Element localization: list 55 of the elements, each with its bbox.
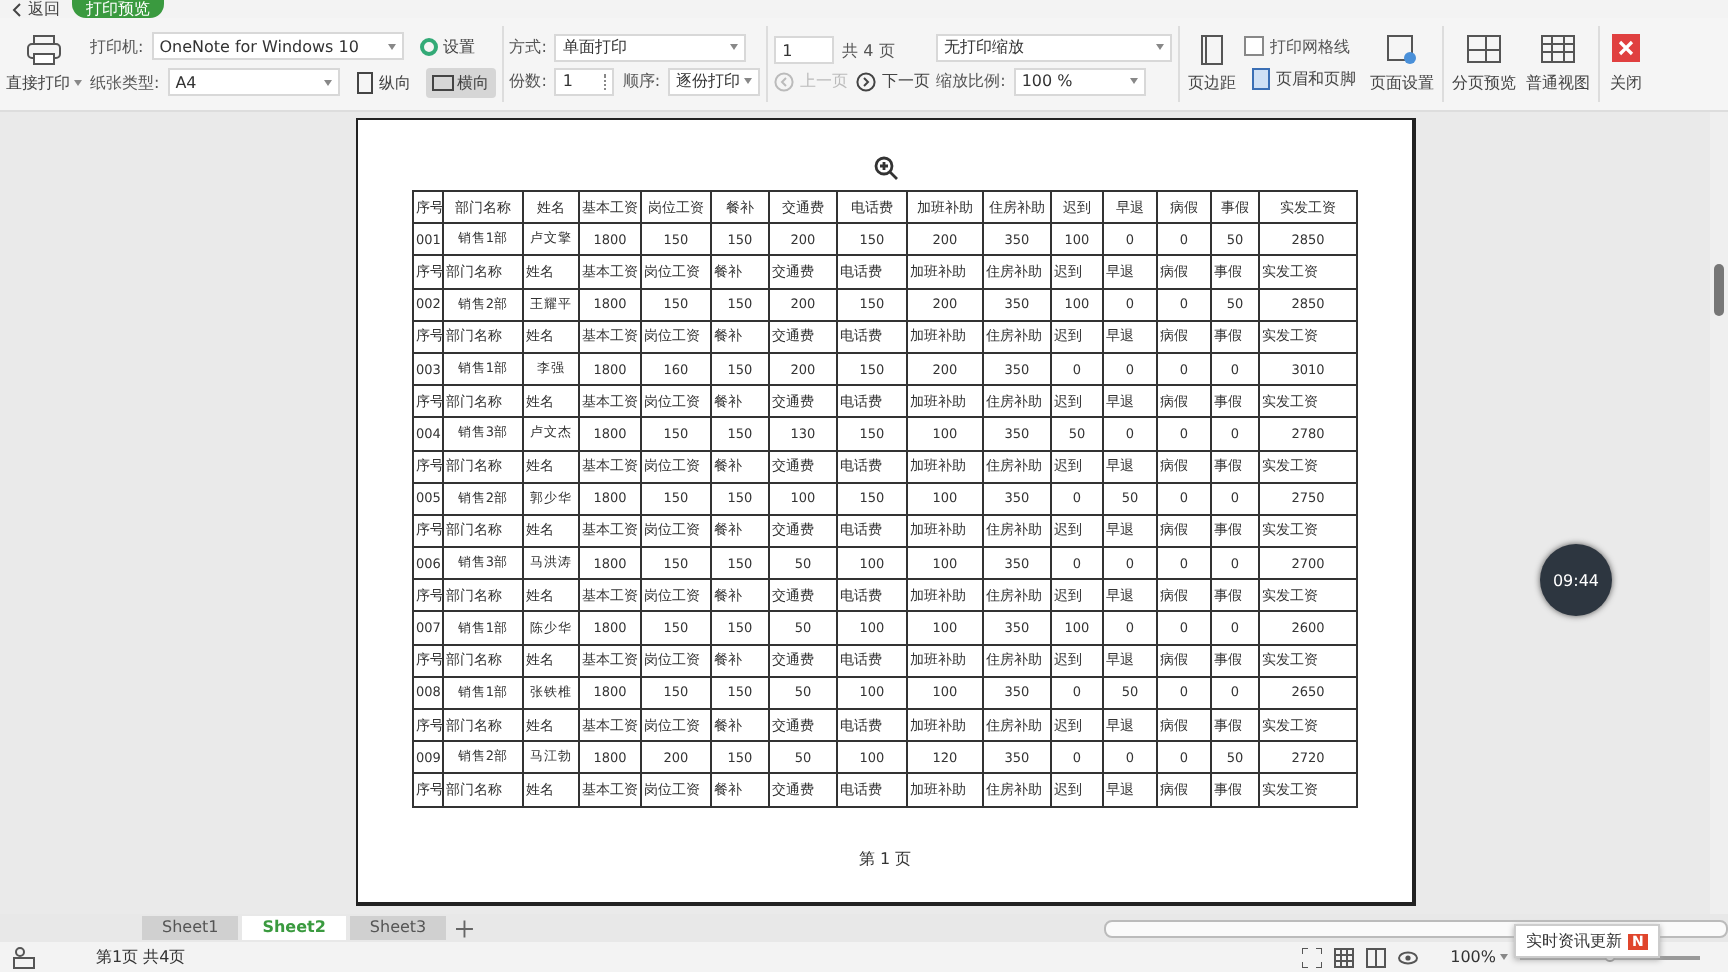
field-label: 打印机: [90, 35, 144, 57]
sheet-tab[interactable]: Sheet1 [142, 916, 239, 940]
left-arrow-circle-icon [774, 71, 795, 91]
portrait-page-icon [353, 71, 376, 93]
chevron-left-icon [12, 1, 22, 17]
document-icon [1250, 67, 1273, 89]
settings-button[interactable]: 设置 [411, 31, 482, 61]
field-label: 份数: [509, 70, 547, 92]
field-label: 方式: [509, 36, 547, 58]
page-footer: 第 1 页 [858, 847, 912, 870]
close-button[interactable]: 关闭 [1606, 30, 1647, 98]
page-setup-button[interactable]: 页面设置 [1368, 30, 1437, 98]
eye-icon [1398, 947, 1419, 967]
portrait-button[interactable]: 纵向 [347, 67, 418, 97]
print-button[interactable]: 直接打印 [4, 30, 84, 98]
printer-icon [26, 34, 62, 66]
landscape-button[interactable]: 横向 [425, 67, 496, 97]
clock-widget: 09:44 [1540, 544, 1612, 616]
sheet-tab[interactable]: Sheet3 [349, 916, 447, 940]
page-total: 共 4 页 [842, 39, 895, 61]
page-info: 第1页 共4页 [96, 946, 186, 968]
split-page-icon [1466, 34, 1503, 66]
copies-spinner[interactable]: 1 [554, 67, 615, 95]
normal-view-button[interactable]: 普通视图 [1524, 30, 1593, 98]
gridlines-checkbox[interactable]: 打印网格线 [1244, 35, 1351, 57]
print-method-dropdown[interactable]: 单面打印 [554, 33, 747, 61]
page-gear-icon [1384, 34, 1421, 66]
grid-icon [1540, 34, 1577, 66]
printer-dropdown[interactable]: OneNote for Windows 10 [151, 32, 404, 60]
sheet-tab[interactable]: Sheet2 [242, 916, 346, 940]
zoom-level[interactable]: 100% [1450, 948, 1508, 966]
right-arrow-circle-icon [856, 71, 877, 91]
field-label: 缩放比例: [936, 70, 1006, 92]
field-label: 纸张类型: [90, 71, 160, 93]
back-link[interactable]: 返回 [12, 0, 60, 18]
landscape-page-icon [431, 71, 454, 93]
close-icon [1608, 34, 1645, 66]
plus-icon [456, 919, 474, 937]
print-preview-tab[interactable]: 打印预览 [72, 0, 164, 18]
paper-type-dropdown[interactable]: A4 [167, 68, 340, 96]
field-label: 顺序: [622, 70, 661, 92]
header-footer-button[interactable]: 页眉和页脚 [1244, 63, 1363, 93]
page-number-spinner[interactable]: 1 [774, 36, 835, 64]
zoom-dropdown[interactable]: 100 % [1013, 67, 1146, 95]
vertical-scrollbar[interactable] [1710, 112, 1728, 914]
margins-button[interactable]: 页边距 [1186, 30, 1239, 98]
page-break-preview-button[interactable]: 分页预览 [1450, 30, 1519, 98]
page-view-icon [1366, 947, 1387, 967]
grid-view-icon [1334, 947, 1355, 967]
zoom-in-icon [873, 156, 897, 180]
next-page-button[interactable]: 下一页 [856, 70, 931, 92]
print-order-dropdown[interactable]: 逐份打印 [668, 67, 761, 95]
page-status-icon [12, 945, 36, 969]
fullscreen-icon [1302, 947, 1323, 967]
scaling-dropdown[interactable]: 无打印缩放 [936, 33, 1173, 61]
